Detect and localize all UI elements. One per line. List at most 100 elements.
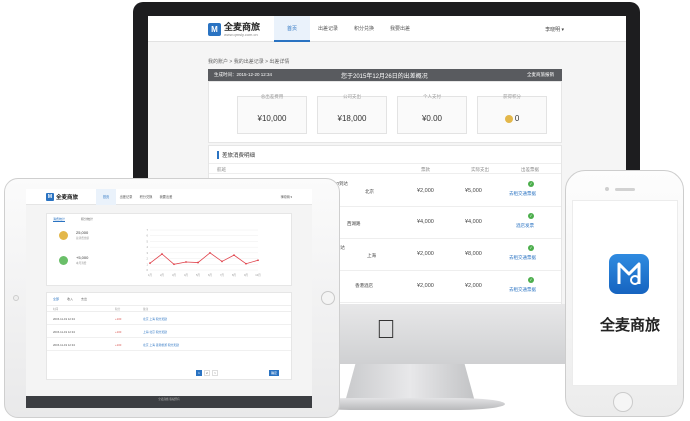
item-note[interactable]: 上海 北京 积分奖励 xyxy=(143,330,167,334)
stat-total: 总出差费用 ¥10,000 xyxy=(237,94,307,134)
points-list: 全部 收入 支出 时间 积分 备注 2015-11-19 12:34 +100 … xyxy=(46,292,292,380)
stat-value: +5,000 xyxy=(76,255,89,260)
summary-title: 您于2015年12月26日的出差概况 xyxy=(341,74,428,80)
user-menu[interactable]: 李晓明 ▾ xyxy=(281,195,292,199)
tab-home[interactable]: 首页 xyxy=(96,189,116,205)
user-menu[interactable]: 李晓明 ▾ xyxy=(545,26,564,33)
points-value: 0 xyxy=(514,114,520,123)
data-point[interactable] xyxy=(173,263,175,266)
stat-value: ¥0.00 xyxy=(421,114,443,123)
item-note[interactable]: 北京 上海 香港旅游 积分奖励 xyxy=(143,343,179,347)
stat-label: 个人支付 xyxy=(423,94,441,99)
chevron-down-icon: ▾ xyxy=(561,27,564,33)
filter-expense[interactable]: 支出 xyxy=(81,297,87,301)
tablet-tabs: 首页 出差记录 积分兑换 我要出差 xyxy=(96,189,176,205)
desktop-navbar: M 全麦商旅 www.qmsly.com.cn 首页 出差记录 积分兑换 我要出… xyxy=(148,16,626,42)
desktop-tabs: 首页 出差记录 积分兑换 我要出差 xyxy=(274,16,418,42)
tab-trip-records[interactable]: 出差记录 xyxy=(116,189,136,205)
item-points: +100 xyxy=(115,317,122,321)
check-icon: ✓ xyxy=(528,277,534,283)
brand-logo[interactable]: M 全麦商旅 www.qmsly.com.cn xyxy=(208,22,260,37)
go-button[interactable]: 确定 xyxy=(269,370,279,376)
row-destination: 上海 xyxy=(367,253,376,258)
data-point[interactable] xyxy=(209,251,211,254)
row-destination: 北京 xyxy=(365,189,374,194)
filter-all[interactable]: 全部 xyxy=(53,297,59,301)
tablet-navbar: M 全麦商旅 首页 出差记录 积分兑换 我要出差 李晓明 ▾ xyxy=(26,189,312,205)
y-tick-label: 0 xyxy=(147,268,149,272)
table-header: 航班 票款 实际支出 出差票据 xyxy=(209,163,561,174)
tab-new-trip[interactable]: 我要出差 xyxy=(382,16,418,42)
data-point[interactable] xyxy=(149,262,151,265)
summary-time: 生成时间：2015-12-20 12:34 xyxy=(214,72,273,77)
y-tick-label: 3 xyxy=(147,251,149,255)
data-point[interactable] xyxy=(197,261,199,264)
user-name: 李晓明 xyxy=(545,27,561,33)
y-tick-label: 7 xyxy=(147,228,149,232)
row-status-link[interactable]: 酒店发票 xyxy=(516,223,534,229)
coin-icon xyxy=(504,114,513,123)
item-note[interactable]: 北京 上海 积分奖励 xyxy=(143,317,167,321)
next-page-button[interactable]: > xyxy=(212,370,218,376)
app-icon[interactable] xyxy=(609,254,649,294)
y-tick-label: 5 xyxy=(147,239,149,243)
column-header: 实际支出 xyxy=(471,167,489,172)
column-header: 出差票据 xyxy=(521,167,539,172)
summary-link[interactable]: 全麦商旅报销 xyxy=(527,72,554,78)
site-footer: 全麦商旅 版权所有 xyxy=(26,396,312,408)
brand-logo[interactable]: M 全麦商旅 xyxy=(46,193,78,201)
row-fare: ¥4,000 xyxy=(417,219,434,225)
stat-value: ¥10,000 xyxy=(257,114,287,123)
stat-value: ¥18,000 xyxy=(337,114,367,123)
stat-personal: 个人支付 ¥0.00 xyxy=(397,94,467,134)
tab-points[interactable]: 积分兑换 xyxy=(136,189,156,205)
list-item[interactable]: 2015-11-19 12:34 +100 北京 上海 积分奖励 xyxy=(47,313,291,325)
list-item[interactable]: 2015-11-19 12:34 +100 上海 北京 积分奖励 xyxy=(47,326,291,338)
data-point[interactable] xyxy=(185,261,187,263)
stat-label: 公司支出 xyxy=(343,94,361,99)
filter-income[interactable]: 收入 xyxy=(67,297,73,301)
page-2[interactable]: 2 xyxy=(204,370,210,376)
stat-label: 总出差费用 xyxy=(260,94,284,99)
data-point[interactable] xyxy=(221,260,223,263)
row-status-link[interactable]: 去租交通票据 xyxy=(509,255,536,261)
x-tick-label: 7月 xyxy=(220,273,224,277)
tab-spending-stats[interactable]: 消费统计 xyxy=(53,217,66,222)
list-header: 时间 积分 备注 xyxy=(47,305,291,312)
ipad-camera xyxy=(13,295,19,301)
data-point[interactable] xyxy=(161,253,163,255)
imac-stand xyxy=(345,364,475,402)
tab-points-stats[interactable]: 积分统计 xyxy=(81,217,93,221)
y-tick-label: 1 xyxy=(147,262,149,266)
page-1[interactable]: 1 xyxy=(196,370,202,376)
brand-name: 全麦商旅 xyxy=(56,195,79,201)
list-item[interactable]: 2015-11-19 12:34 +100 北京 上海 香港旅游 积分奖励 xyxy=(47,339,291,351)
tablet-screen: M 全麦商旅 首页 出差记录 积分兑换 我要出差 李晓明 ▾ 消费统计 积分统计… xyxy=(26,189,312,408)
data-point[interactable] xyxy=(245,262,247,265)
x-tick-label: 10月 xyxy=(255,273,261,277)
check-icon: ✓ xyxy=(528,213,534,219)
y-tick-label: 6 xyxy=(147,234,149,238)
table-title: 差旅消费明细 xyxy=(217,151,255,159)
row-paid: ¥2,000 xyxy=(465,283,482,289)
iphone-speaker xyxy=(615,188,635,191)
tab-trip-records[interactable]: 出差记录 xyxy=(310,16,346,42)
wallet-icon xyxy=(59,256,68,265)
breadcrumb[interactable]: 我的账户 > 我的出差记录 > 出差详情 xyxy=(208,58,289,65)
tab-home[interactable]: 首页 xyxy=(274,16,310,42)
row-fare: ¥2,000 xyxy=(417,188,434,194)
tab-new-trip[interactable]: 我要出差 xyxy=(156,189,176,205)
item-time: 2015-11-19 12:34 xyxy=(53,330,75,334)
data-point[interactable] xyxy=(233,254,235,257)
data-point[interactable] xyxy=(257,259,259,262)
check-icon: ✓ xyxy=(528,181,534,187)
apple-logo-icon:  xyxy=(373,315,399,343)
stat-value: 0 xyxy=(478,114,546,123)
y-tick-label: 2 xyxy=(147,257,149,261)
row-status-link[interactable]: 去租交通票据 xyxy=(509,287,536,293)
check-icon: ✓ xyxy=(528,245,534,251)
x-tick-label: 2月 xyxy=(160,273,164,277)
tab-points[interactable]: 积分兑换 xyxy=(346,16,382,42)
pagination: 1 2 > xyxy=(196,370,218,376)
row-status-link[interactable]: 去租交通票据 xyxy=(509,191,536,197)
